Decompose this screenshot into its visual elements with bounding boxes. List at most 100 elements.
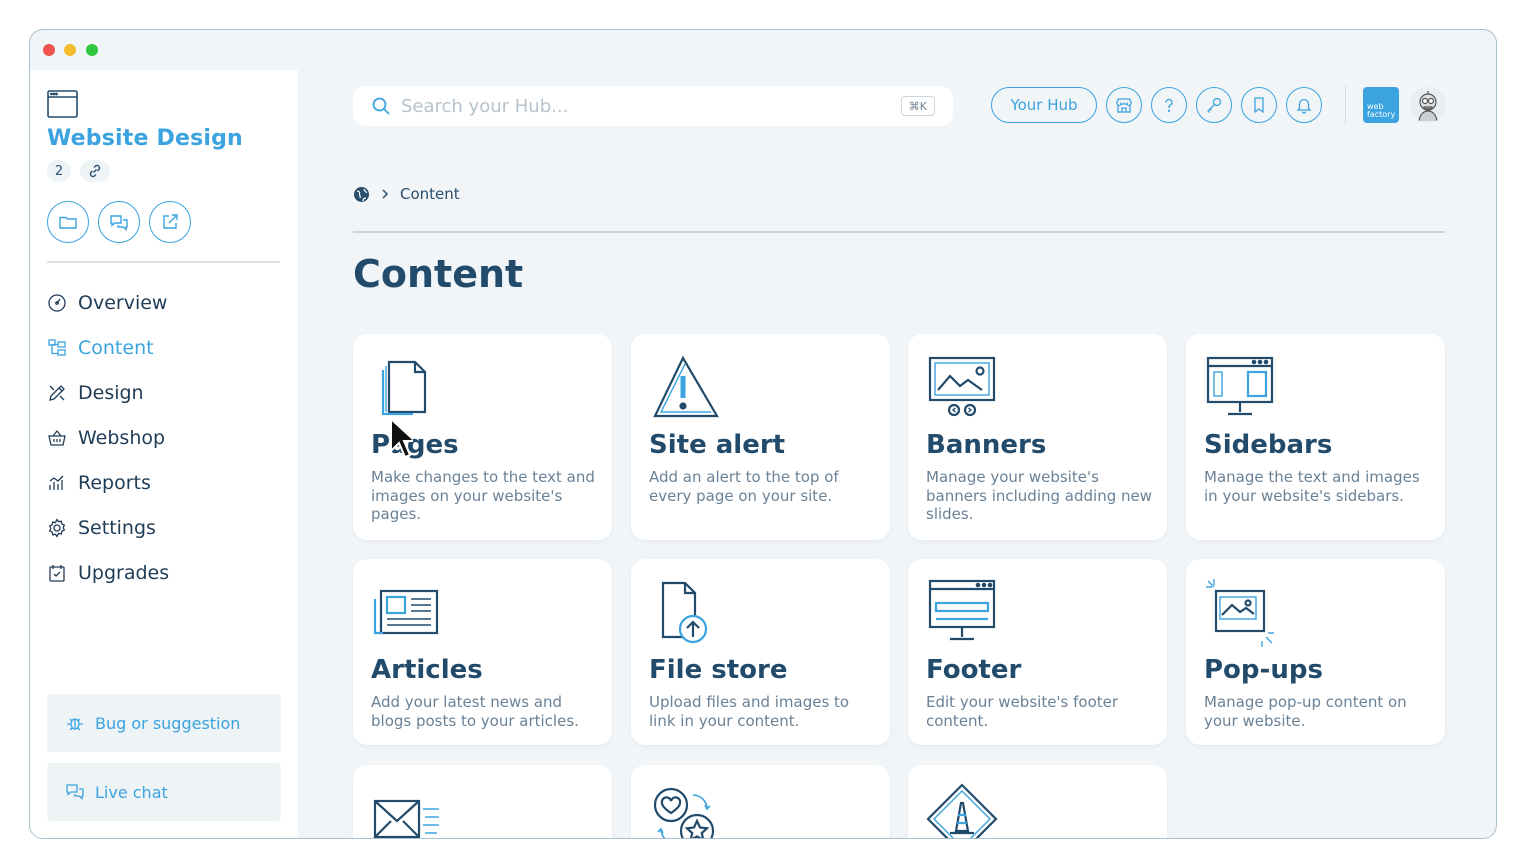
site-count-badge: 2 (47, 160, 71, 182)
search-bar[interactable]: Search your Hub... ⌘K (353, 86, 953, 126)
heart-star-icon (653, 787, 715, 838)
web-factory-logo[interactable]: web factory (1363, 87, 1399, 123)
card-description: Make changes to the text and images on y… (371, 468, 595, 523)
app-window: Website Design 2 Overview Content Design (29, 29, 1497, 839)
sidebar-divider (47, 261, 280, 263)
bug-report-label: Bug or suggestion (95, 713, 241, 733)
toolbar-divider (1345, 86, 1346, 124)
folder-icon (59, 216, 77, 229)
traffic-cone-icon (926, 783, 998, 838)
card-title: Banners (926, 430, 1047, 460)
avatar[interactable] (1410, 87, 1446, 123)
close-window-button[interactable] (43, 44, 55, 56)
link-icon (89, 164, 101, 178)
card-description: Manage your website's banners including … (926, 468, 1152, 523)
external-link-icon (163, 214, 178, 229)
file-upload-icon (661, 581, 708, 644)
bug-icon (67, 718, 83, 731)
card-title: Sidebars (1204, 430, 1333, 460)
sidebar-item-label: Content (78, 337, 154, 359)
dashboard-icon (48, 294, 66, 312)
card-pop-ups[interactable]: Pop-ups Manage pop-up content on your we… (1186, 559, 1445, 745)
folder-button[interactable] (47, 201, 89, 243)
notifications-button[interactable] (1286, 87, 1322, 123)
bookmark-button[interactable] (1241, 87, 1277, 123)
store-button[interactable] (1106, 87, 1142, 123)
card-sidebars[interactable]: Sidebars Manage the text and images in y… (1186, 334, 1445, 540)
key-button[interactable] (1196, 87, 1232, 123)
sidebar-item-label: Reports (78, 472, 151, 494)
card-favourites[interactable] (631, 765, 890, 838)
card-banners[interactable]: Banners Manage your website's banners in… (908, 334, 1167, 540)
shortcut-hint: ⌘K (900, 96, 935, 116)
live-chat-label: Live chat (95, 782, 168, 802)
card-description: Add an alert to the top of every page on… (649, 468, 839, 505)
chevron-right-icon (382, 189, 389, 199)
search-icon (372, 97, 390, 115)
sidebar-item-webshop[interactable]: Webshop (47, 423, 165, 453)
chat-icon (66, 784, 84, 800)
sidebar-icon (1206, 356, 1274, 416)
banner-icon (928, 356, 996, 417)
sidebar-item-label: Overview (78, 292, 168, 314)
live-chat-button[interactable]: Live chat (47, 763, 281, 821)
store-icon (1116, 98, 1132, 113)
article-icon (373, 589, 439, 635)
maximize-window-button[interactable] (86, 44, 98, 56)
card-maintenance[interactable] (908, 765, 1167, 838)
card-footer[interactable]: Footer Edit your website's footer conten… (908, 559, 1167, 745)
sidebar-item-label: Design (78, 382, 144, 404)
header-divider (353, 231, 1445, 233)
sidebar-item-upgrades[interactable]: Upgrades (47, 558, 169, 588)
site-title: Website Design (47, 126, 243, 151)
main-content: Search your Hub... ⌘K Your Hub web factor… (298, 70, 1496, 838)
email-icon (373, 799, 439, 838)
search-input[interactable]: Search your Hub... (401, 96, 568, 117)
sidebar-item-content[interactable]: Content (47, 333, 154, 363)
card-email[interactable] (353, 765, 612, 838)
footer-icon (928, 579, 996, 641)
gear-icon (48, 518, 66, 538)
card-title: Footer (926, 655, 1022, 685)
card-file-store[interactable]: File store Upload files and images to li… (631, 559, 890, 745)
chat-button[interactable] (98, 201, 140, 243)
card-title: Articles (371, 655, 483, 685)
breadcrumb: Content (353, 185, 460, 203)
minimize-window-button[interactable] (64, 44, 76, 56)
mouse-cursor-icon (390, 417, 413, 459)
sidebar-item-label: Settings (78, 517, 156, 539)
sidebar-item-label: Webshop (78, 427, 166, 449)
open-external-button[interactable] (149, 201, 191, 243)
sidebar-item-design[interactable]: Design (47, 378, 144, 408)
globe-icon[interactable] (353, 186, 370, 203)
robot-avatar-icon (1418, 91, 1438, 122)
bug-report-button[interactable]: Bug or suggestion (47, 694, 281, 752)
card-description: Manage pop-up content on your website. (1204, 693, 1407, 730)
your-hub-button[interactable]: Your Hub (991, 87, 1097, 123)
bell-icon (1296, 98, 1312, 114)
basket-icon (48, 429, 66, 446)
sidebar-item-overview[interactable]: Overview (47, 288, 167, 318)
card-description: Manage the text and images in your websi… (1204, 468, 1420, 505)
card-description: Edit your website's footer content. (926, 693, 1119, 730)
card-title: Pop-ups (1204, 655, 1323, 685)
card-site-alert[interactable]: Site alert Add an alert to the top of ev… (631, 334, 890, 540)
logo-text: factory (1367, 110, 1396, 119)
chat-bubbles-icon (110, 215, 128, 231)
help-button[interactable] (1151, 87, 1187, 123)
chart-icon (49, 475, 64, 490)
upgrade-icon (49, 565, 65, 582)
page-title: Content (353, 252, 524, 296)
sidebar-item-settings[interactable]: Settings (47, 513, 156, 543)
sidebar-item-reports[interactable]: Reports (47, 468, 151, 498)
title-bar (30, 30, 1496, 70)
content-icon (48, 339, 66, 356)
card-title: Site alert (649, 430, 786, 460)
question-mark-icon (1165, 98, 1173, 112)
link-badge[interactable] (80, 160, 110, 182)
card-title: File store (649, 655, 788, 685)
sidebar: Website Design 2 Overview Content Design (30, 70, 298, 838)
popup-icon (1206, 579, 1274, 647)
card-articles[interactable]: Articles Add your latest news and blogs … (353, 559, 612, 745)
key-icon (1207, 97, 1222, 113)
